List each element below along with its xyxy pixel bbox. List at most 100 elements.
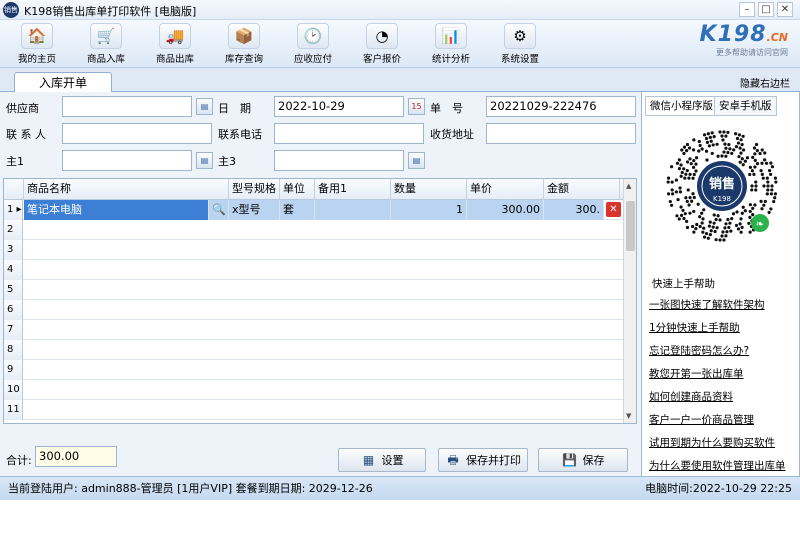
help-section-title: 快速上手帮助 [652, 278, 715, 290]
save-button[interactable]: 💾 保存 [538, 448, 628, 472]
toolbar-label: 系统设置 [500, 54, 539, 65]
column-header[interactable]: 金额 [544, 179, 620, 200]
tab-inbound-order[interactable]: 入库开单 [14, 72, 112, 93]
column-header[interactable]: 备用1 [315, 179, 391, 200]
grid-vertical-scrollbar[interactable]: ▲ ▼ [623, 179, 636, 423]
toolbar-settings-button[interactable]: ⚙ 系统设置 [487, 20, 553, 68]
help-link[interactable]: 忘记登陆密码怎么办? [649, 343, 749, 358]
tab-wechat-miniprogram[interactable]: 微信小程序版 [645, 96, 718, 116]
column-header[interactable]: 数量 [391, 179, 467, 200]
column-header[interactable]: 单价 [467, 179, 544, 200]
floppy-disk-icon: 💾 [562, 453, 577, 467]
toolbar-stock-button[interactable]: 📦 库存查询 [211, 20, 277, 68]
total-input[interactable]: 300.00 [35, 446, 117, 467]
right-sidebar: 微信小程序版 安卓手机版 销售 K198 ❧ 快速上手帮助 一张图快速了解软件架… [641, 92, 799, 476]
product-name-cell[interactable]: 笔记本电脑 [24, 200, 209, 220]
model-cell[interactable]: x型号 [229, 200, 280, 220]
supplier-label: 供应商 [6, 102, 39, 115]
spare-cell[interactable] [315, 200, 391, 220]
bar-chart-icon: 📊 [435, 23, 467, 49]
unit-cell[interactable]: 套 [280, 200, 315, 220]
items-grid[interactable]: 商品名称 型号规格 单位 备用1 数量 单价 金额 备 1 ▸ 笔记本电脑 🔍 … [3, 178, 637, 424]
toolbar-home-button[interactable]: 🏠 我的主页 [4, 20, 70, 68]
help-link[interactable]: 客户一户一价商品管理 [649, 412, 754, 427]
toolbar-receivable-button[interactable]: 🕑 应收应付 [280, 20, 346, 68]
help-link[interactable]: 一张图快速了解软件架构 [649, 297, 765, 312]
help-link[interactable]: 为什么要使用软件管理出库单 [649, 458, 786, 473]
address-input[interactable] [486, 123, 636, 144]
table-row[interactable]: 3 [4, 240, 624, 260]
product-search-icon[interactable]: 🔍 [209, 200, 229, 220]
column-header[interactable]: 型号规格 [229, 179, 280, 200]
settings-button[interactable]: ▦ 设置 [338, 448, 426, 472]
row-number: 2 [4, 220, 23, 240]
table-row[interactable]: 2 [4, 220, 624, 240]
help-link[interactable]: 如何创建商品资料 [649, 389, 733, 404]
table-row[interactable]: 4 [4, 260, 624, 280]
tab-android-app[interactable]: 安卓手机版 [714, 96, 777, 116]
amount-cell[interactable]: 300. [544, 200, 604, 220]
supplier-picker-button[interactable]: ▤ [196, 98, 213, 115]
main1-picker-button[interactable]: ▤ [196, 152, 213, 169]
order-header-form: 供应商 ▤ 日 期 2022-10-29 15 单 号 20221029-222… [0, 92, 640, 178]
help-link[interactable]: 教您开第一张出库单 [649, 366, 744, 381]
toolbar-inbound-button[interactable]: 🛒 商品入库 [73, 20, 139, 68]
date-input[interactable]: 2022-10-29 [274, 96, 404, 117]
close-button[interactable]: ✕ [777, 2, 793, 17]
toolbar-label: 统计分析 [431, 54, 470, 65]
clock-icon: 🕑 [297, 23, 329, 49]
contact-input[interactable] [62, 123, 212, 144]
brand-tagline: 更多帮助请访问官网 [716, 48, 788, 57]
brand-name: K198 [699, 22, 767, 47]
minimize-button[interactable]: – [739, 2, 755, 17]
qty-cell[interactable]: 1 [391, 200, 467, 220]
toolbar-label: 商品入库 [86, 54, 125, 65]
calendar-icon[interactable]: 15 [408, 98, 425, 115]
toolbar-outbound-button[interactable]: 🚚 商品出库 [142, 20, 208, 68]
main1-input[interactable] [62, 150, 192, 171]
scroll-up-arrow-icon[interactable]: ▲ [626, 182, 631, 190]
row-number: 1 ▸ [4, 200, 23, 220]
row-number-header [4, 179, 24, 200]
column-header[interactable]: 商品名称 [24, 179, 229, 200]
contact-label: 联 系 人 [6, 128, 46, 141]
svg-text:❧: ❧ [756, 219, 764, 230]
order-no-input[interactable]: 20221029-222476 [486, 96, 636, 117]
table-row[interactable]: 9 [4, 360, 624, 380]
window-title: K198销售出库单打印软件 [电脑版] [24, 5, 197, 18]
table-row[interactable]: 6 [4, 300, 624, 320]
table-row[interactable]: 1 ▸ 笔记本电脑 🔍 x型号 套 1 300.00 300. ✕ [4, 200, 624, 220]
row-number: 11 [4, 400, 23, 420]
hide-sidebar-link[interactable]: 隐藏右边栏 [740, 75, 790, 90]
table-row[interactable]: 5 [4, 280, 624, 300]
save-and-print-button[interactable]: 🖶 保存并打印 [438, 448, 528, 472]
scroll-down-arrow-icon[interactable]: ▼ [626, 412, 631, 420]
save-and-print-label: 保存并打印 [466, 454, 521, 467]
row-number: 6 [4, 300, 23, 320]
app-window: 销售 K198销售出库单打印软件 [电脑版] – □ ✕ 🏠 我的主页 🛒 商品… [0, 0, 800, 500]
maximize-button[interactable]: □ [758, 2, 774, 17]
delete-row-icon[interactable]: ✕ [606, 202, 621, 217]
home-icon: 🏠 [21, 23, 53, 49]
supplier-input[interactable] [62, 96, 192, 117]
toolbar-quote-button[interactable]: ◔ 客户报价 [349, 20, 415, 68]
table-row[interactable]: 8 [4, 340, 624, 360]
phone-label: 联系电话 [218, 128, 262, 141]
phone-input[interactable] [274, 123, 424, 144]
title-bar: 销售 K198销售出库单打印软件 [电脑版] – □ ✕ [0, 0, 800, 20]
column-header[interactable]: 单位 [280, 179, 315, 200]
price-cell[interactable]: 300.00 [467, 200, 544, 220]
row-number: 9 [4, 360, 23, 380]
table-row[interactable]: 10 [4, 380, 624, 400]
help-link[interactable]: 1分钟快速上手帮助 [649, 320, 740, 335]
scrollbar-thumb[interactable] [626, 201, 635, 251]
settings-icon: ▦ [362, 453, 375, 467]
main3-input[interactable] [274, 150, 404, 171]
truck-icon: 🚚 [159, 23, 191, 49]
table-row[interactable]: 11 [4, 400, 624, 420]
toolbar-stats-button[interactable]: 📊 统计分析 [418, 20, 484, 68]
main3-picker-button[interactable]: ▤ [408, 152, 425, 169]
help-link[interactable]: 试用到期为什么要购买软件 [649, 435, 775, 450]
brand-logo[interactable]: K198.CN 更多帮助请访问官网 [668, 22, 788, 66]
table-row[interactable]: 7 [4, 320, 624, 340]
